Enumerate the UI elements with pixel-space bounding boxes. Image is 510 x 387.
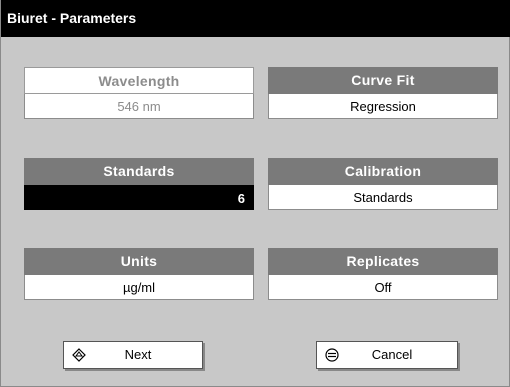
wavelength-param: Wavelength 546 nm: [24, 67, 254, 119]
standards-label: Standards: [24, 158, 254, 185]
replicates-label: Replicates: [268, 248, 498, 275]
next-button-label: Next: [124, 347, 152, 362]
standards-param[interactable]: Standards 6: [24, 158, 254, 210]
parameters-window: Biuret - Parameters Wavelength 546 nm Cu…: [0, 0, 510, 387]
calibration-label: Calibration: [268, 158, 498, 185]
units-label: Units: [24, 248, 254, 275]
next-button[interactable]: Next: [63, 341, 203, 369]
wavelength-label: Wavelength: [24, 67, 254, 94]
units-param[interactable]: Units µg/ml: [24, 248, 254, 300]
replicates-param[interactable]: Replicates Off: [268, 248, 498, 300]
cancel-button-label: Cancel: [371, 347, 413, 362]
calibration-value[interactable]: Standards: [268, 185, 498, 210]
window-title: Biuret - Parameters: [1, 0, 510, 37]
curve-fit-param[interactable]: Curve Fit Regression: [268, 67, 498, 119]
standards-value[interactable]: 6: [24, 185, 254, 210]
units-value[interactable]: µg/ml: [24, 275, 254, 300]
cancel-button[interactable]: Cancel: [316, 341, 458, 369]
wavelength-value: 546 nm: [24, 94, 254, 119]
calibration-param[interactable]: Calibration Standards: [268, 158, 498, 210]
curve-fit-value[interactable]: Regression: [268, 94, 498, 119]
replicates-value[interactable]: Off: [268, 275, 498, 300]
curve-fit-label: Curve Fit: [268, 67, 498, 94]
